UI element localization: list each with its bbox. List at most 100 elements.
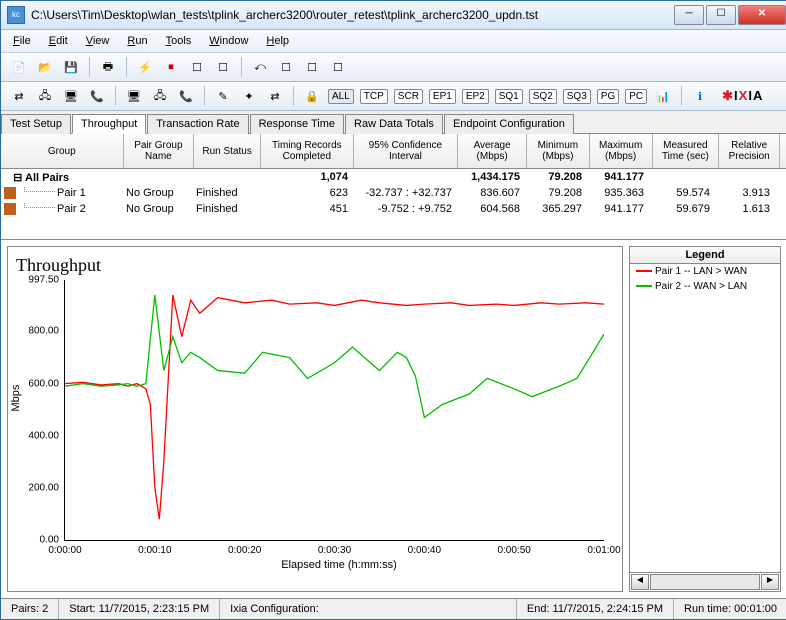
- close-button[interactable]: ✕: [738, 5, 786, 25]
- endpoint-icon[interactable]: 🖥: [124, 86, 144, 106]
- menu-help[interactable]: Help: [266, 35, 289, 47]
- filter-sq2[interactable]: SQ2: [529, 89, 557, 104]
- scroll-track[interactable]: [650, 574, 760, 590]
- voip-icon[interactable]: 📞: [176, 86, 196, 106]
- tool-icon[interactable]: ⤺: [250, 57, 270, 77]
- tab-bar: Test Setup Throughput Transaction Rate R…: [1, 111, 786, 134]
- plot-area[interactable]: 0.00200.00400.00600.00800.00997.50 0:00:…: [64, 280, 604, 541]
- titlebar: kc C:\Users\Tim\Desktop\wlan_tests\tplin…: [1, 1, 786, 30]
- pairs-icon[interactable]: ⇄: [9, 86, 29, 106]
- menu-window[interactable]: Window: [209, 35, 248, 47]
- status-start: Start: 11/7/2015, 2:23:15 PM: [59, 599, 220, 619]
- grid-header: Group Pair Group Name Run Status Timing …: [1, 134, 786, 169]
- y-tick-labels: 0.00200.00400.00600.00800.00997.50: [19, 280, 61, 540]
- endpoint-icon[interactable]: 🖧: [150, 86, 170, 106]
- scroll-right-icon[interactable]: ▶: [761, 574, 779, 590]
- ixia-logo: ✱IXIA: [722, 88, 763, 104]
- col-group[interactable]: Group: [1, 134, 124, 168]
- filter-all[interactable]: ALL: [328, 89, 354, 104]
- stop-icon[interactable]: ⏹: [161, 57, 181, 77]
- col-pgname[interactable]: Pair Group Name: [124, 134, 195, 168]
- col-timing[interactable]: Timing Records Completed: [261, 134, 354, 168]
- col-max[interactable]: Maximum (Mbps): [590, 134, 653, 168]
- tab-endpoint[interactable]: Endpoint Configuration: [444, 114, 574, 134]
- chart-icon[interactable]: 📊: [653, 86, 673, 106]
- legend-color-icon: [636, 285, 652, 287]
- pair-icon: [4, 203, 16, 215]
- grid-body[interactable]: ⊟ All Pairs 1,074 1,434.175 79.208 941.1…: [1, 169, 786, 240]
- chart-area: Throughput Mbps 0.00200.00400.00600.0080…: [1, 240, 786, 598]
- maximize-button[interactable]: ☐: [706, 5, 736, 25]
- col-min[interactable]: Minimum (Mbps): [527, 134, 590, 168]
- tab-throughput[interactable]: Throughput: [72, 114, 146, 134]
- col-runstatus[interactable]: Run Status: [194, 134, 261, 168]
- legend-title: Legend: [630, 247, 780, 264]
- filter-scr[interactable]: SCR: [394, 89, 423, 104]
- col-conf[interactable]: 95% Confidence Interval: [354, 134, 459, 168]
- tool-icon[interactable]: ☐: [302, 57, 322, 77]
- tool-icon[interactable]: ✦: [239, 86, 259, 106]
- tab-rawdata[interactable]: Raw Data Totals: [345, 114, 443, 134]
- tool-icon[interactable]: ☐: [328, 57, 348, 77]
- save-icon[interactable]: 💾: [61, 57, 81, 77]
- legend-item[interactable]: Pair 2 -- WAN > LAN: [630, 279, 780, 294]
- scroll-left-icon[interactable]: ◀: [631, 574, 649, 590]
- tool-icon[interactable]: ⇄: [265, 86, 285, 106]
- tab-responsetime[interactable]: Response Time: [250, 114, 344, 134]
- new-icon[interactable]: 📄: [9, 57, 29, 77]
- filter-ep1[interactable]: EP1: [429, 89, 456, 104]
- edit-icon[interactable]: ✎: [213, 86, 233, 106]
- total-max: 941.177: [585, 171, 647, 183]
- table-row-total[interactable]: ⊟ All Pairs 1,074 1,434.175 79.208 941.1…: [1, 169, 786, 185]
- chart-lines: [65, 280, 604, 540]
- x-axis-label: Elapsed time (h:mm:ss): [64, 559, 614, 571]
- tab-testsetup[interactable]: Test Setup: [1, 114, 71, 134]
- open-icon[interactable]: 📂: [35, 57, 55, 77]
- tool-icon[interactable]: ☐: [187, 57, 207, 77]
- endpoint-icon[interactable]: 🖥: [61, 86, 81, 106]
- legend-item[interactable]: Pair 1 -- LAN > WAN: [630, 264, 780, 279]
- menu-view[interactable]: View: [86, 35, 110, 47]
- minimize-button[interactable]: ─: [674, 5, 704, 25]
- tab-transactionrate[interactable]: Transaction Rate: [147, 114, 248, 134]
- status-end: End: 11/7/2015, 2:24:15 PM: [517, 599, 674, 619]
- run-icon[interactable]: ⚡: [135, 57, 155, 77]
- col-rel[interactable]: Relative Precision: [719, 134, 780, 168]
- menu-file[interactable]: File: [13, 35, 31, 47]
- status-ixia: Ixia Configuration:: [220, 599, 517, 619]
- info-icon[interactable]: ℹ: [690, 86, 710, 106]
- voip-icon[interactable]: 📞: [87, 86, 107, 106]
- lock-icon[interactable]: 🔒: [302, 86, 322, 106]
- tool-icon[interactable]: ☐: [213, 57, 233, 77]
- window-buttons: ─ ☐ ✕: [673, 5, 786, 25]
- print-icon[interactable]: 🖶: [98, 57, 118, 77]
- chart-title: Throughput: [16, 255, 614, 276]
- status-pairs: Pairs: 2: [1, 599, 59, 619]
- table-row[interactable]: Pair 2 No Group Finished 451 -9.752 : +9…: [1, 201, 786, 217]
- statusbar: Pairs: 2 Start: 11/7/2015, 2:23:15 PM Ix…: [1, 598, 786, 619]
- menu-tools[interactable]: Tools: [166, 35, 192, 47]
- table-row[interactable]: Pair 1 No Group Finished 623 -32.737 : +…: [1, 185, 786, 201]
- filter-tcp[interactable]: TCP: [360, 89, 388, 104]
- pair-icon: [4, 187, 16, 199]
- status-runtime: Run time: 00:01:00: [674, 599, 786, 619]
- menu-run[interactable]: Run: [127, 35, 147, 47]
- app-icon: kc: [7, 6, 25, 24]
- filter-pc[interactable]: PC: [625, 89, 647, 104]
- filter-sq1[interactable]: SQ1: [495, 89, 523, 104]
- filter-sq3[interactable]: SQ3: [563, 89, 591, 104]
- legend-scrollbar: ◀ ▶: [630, 572, 780, 591]
- col-meas[interactable]: Measured Time (sec): [653, 134, 720, 168]
- menubar: File Edit View Run Tools Window Help: [1, 30, 786, 53]
- toolbar-main: 📄 📂 💾 🖶 ⚡ ⏹ ☐ ☐ ⤺ ☐ ☐ ☐: [1, 53, 786, 82]
- filter-ep2[interactable]: EP2: [462, 89, 489, 104]
- group-icon[interactable]: 🖧: [35, 86, 55, 106]
- window-title: C:\Users\Tim\Desktop\wlan_tests\tplink_a…: [31, 8, 673, 22]
- legend-panel: Legend Pair 1 -- LAN > WAN Pair 2 -- WAN…: [629, 246, 781, 592]
- total-timing: 1,074: [259, 171, 351, 183]
- col-avg[interactable]: Average (Mbps): [458, 134, 527, 168]
- filter-pg[interactable]: PG: [597, 89, 619, 104]
- tool-icon[interactable]: ☐: [276, 57, 296, 77]
- total-label: All Pairs: [25, 172, 69, 184]
- menu-edit[interactable]: Edit: [49, 35, 68, 47]
